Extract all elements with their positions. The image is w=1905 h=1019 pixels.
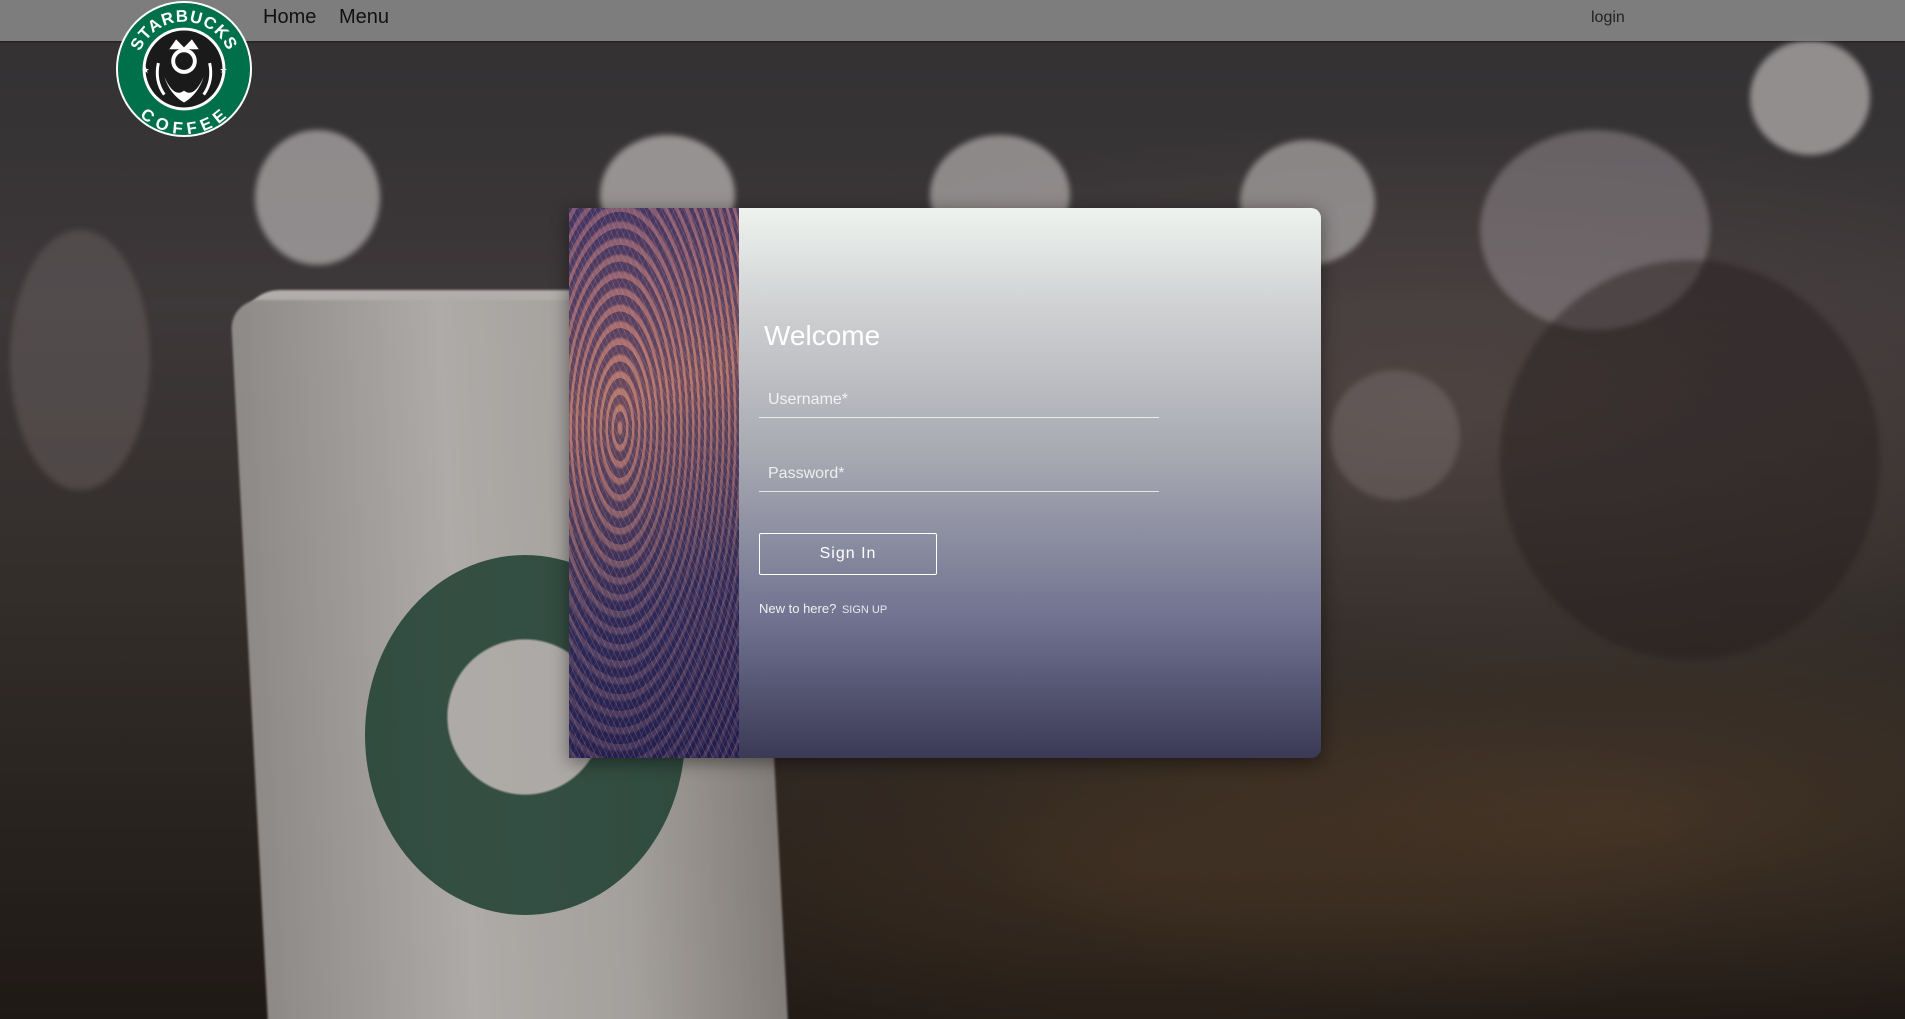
signup-prompt: New to here? SIGN UP [759,601,887,616]
svg-text:★: ★ [142,66,150,76]
sign-in-button[interactable]: Sign In [759,533,937,575]
sign-up-link[interactable]: SIGN UP [842,604,887,616]
username-input[interactable] [759,382,1159,418]
starbucks-logo[interactable]: STARBUCKS COFFEE ★ ★ [115,0,253,138]
welcome-heading: Welcome [764,320,881,351]
nav-home-link[interactable]: Home [263,6,316,29]
svg-text:★: ★ [219,66,227,76]
login-card: Welcome Sign In New to here? SIGN UP [569,208,1321,758]
login-form: Welcome Sign In New to here? SIGN UP [739,208,1321,758]
card-decorative-art [569,208,739,758]
nav-login-link[interactable]: login [1591,9,1625,27]
top-navbar: Home Menu login [0,0,1905,41]
new-user-text: New to here? [759,601,837,616]
password-input[interactable] [759,456,1159,492]
nav-menu-link[interactable]: Menu [339,6,389,29]
